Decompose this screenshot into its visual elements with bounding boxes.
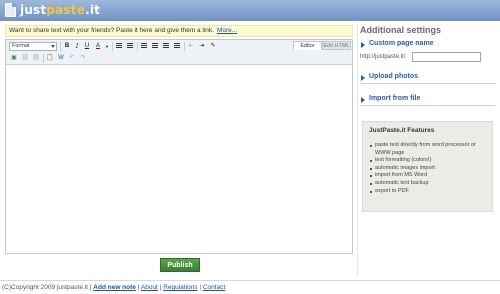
list-item: automatic images import [369,165,489,173]
custom-page-name-toggle[interactable]: Custom page name [360,40,495,48]
format-select-label: Format [12,43,30,49]
footer-separator: | [199,284,202,291]
tab-editor[interactable]: Editor [293,41,322,50]
editor-text-area[interactable] [6,66,352,253]
toolbar-divider [184,42,185,51]
footer-separator: | [159,284,162,291]
url-prefix-label: http://justpaste.it/ [360,54,406,60]
import-from-file-section[interactable]: Import from file [360,95,495,106]
upload-photos-toggle[interactable]: Upload photos [360,73,495,81]
page-logo-icon [5,3,16,17]
align-left-icon[interactable] [140,42,148,51]
paste-icon[interactable]: 📋 [46,54,54,63]
toolbar-divider [43,54,44,63]
bold-icon[interactable]: B [63,42,71,51]
features-list: paste text directly from word processor … [369,142,489,195]
features-title: JustPaste.it Features [369,127,435,134]
indent-icon[interactable]: ⇥ [198,42,206,51]
custom-page-name-input[interactable] [412,52,481,62]
image-icon[interactable]: ▣ [10,54,18,63]
paste-word-icon[interactable]: W [57,54,65,63]
logo-text-paste: paste [46,3,86,17]
toolbar-divider [60,42,61,51]
copyright-text: (C)Copyright 2009 justpaste.it | [2,284,92,291]
logo-text-it: .it [85,3,101,17]
align-right-icon[interactable] [162,42,170,51]
sidebar-divider [357,22,358,276]
logo-text-just: just [20,3,47,17]
text-color-dropdown-icon[interactable]: ▼ [103,42,111,51]
footer-divider [0,280,500,281]
sidebar-title: Additional settings [360,25,441,35]
list-item: automatic text backup [369,180,489,188]
footer: (C)Copyright 2009 justpaste.it | Add new… [2,284,225,291]
undo-icon[interactable]: ↶ [68,54,76,63]
outdent-icon[interactable]: ⇤ [187,42,195,51]
text-color-icon[interactable]: A [94,42,102,51]
align-justify-icon[interactable] [173,42,181,51]
list-item: text formatting (colors!) [369,157,489,165]
features-box: JustPaste.it Features paste text directl… [362,121,493,212]
about-link[interactable]: About [141,284,158,291]
footer-separator: | [137,284,140,291]
rich-text-editor: Format B I U A ▼ ⇤ ⇥ ✎ Editor Edit HTML … [5,39,353,254]
link-icon[interactable]: ⛓ [21,54,29,63]
ordered-list-icon[interactable] [115,42,123,51]
contact-link[interactable]: Contact [203,284,225,291]
add-new-note-link[interactable]: Add new note [93,284,136,291]
section-divider [360,105,495,106]
tab-edit-html[interactable]: Edit HTML [322,41,351,50]
redo-icon[interactable]: ↷ [79,54,87,63]
list-item: paste text directly from word processor … [369,142,489,157]
format-select[interactable]: Format [9,42,57,51]
regulations-link[interactable]: Regulations [163,284,197,291]
toolbar-divider [112,42,113,51]
notice-text: Want to share text with your friends? Pa… [9,27,214,34]
upload-photos-section[interactable]: Upload photos [360,73,495,84]
chevron-down-icon [51,45,55,48]
remove-format-icon[interactable]: ✎ [209,42,217,51]
site-logo[interactable]: justpaste.it [20,3,100,17]
custom-page-name-section[interactable]: Custom page name [360,40,495,48]
underline-icon[interactable]: U [83,42,91,51]
publish-button[interactable]: Publish [160,258,200,272]
import-from-file-toggle[interactable]: Import from file [360,95,495,103]
unordered-list-icon[interactable] [126,42,134,51]
italic-icon[interactable]: I [73,42,81,51]
more-link[interactable]: More... [217,27,237,34]
section-divider [360,83,495,84]
list-item: import from MS Word [369,172,489,180]
info-notice: Want to share text with your friends? Pa… [5,25,353,37]
align-center-icon[interactable] [151,42,159,51]
header-bar: justpaste.it [0,0,500,21]
list-item: export to PDF [369,188,489,196]
editor-toolbar: Format B I U A ▼ ⇤ ⇥ ✎ Editor Edit HTML … [6,40,352,65]
toolbar-divider [137,42,138,51]
unlink-icon[interactable]: ⛓ [32,54,40,63]
